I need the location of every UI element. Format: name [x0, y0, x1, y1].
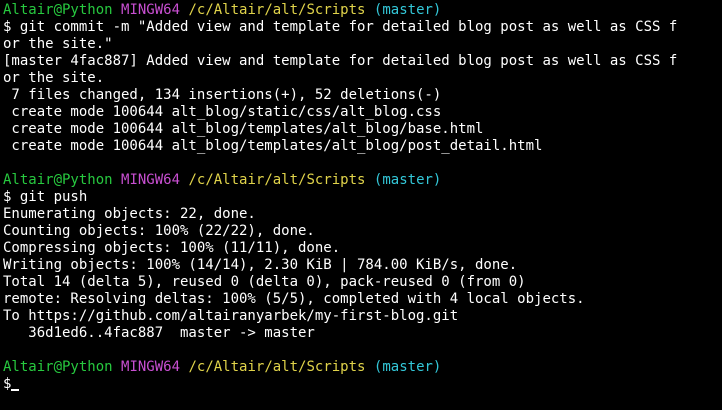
prompt-path: /c/Altair/alt/Scripts: [188, 172, 366, 188]
command-line: $ git push: [3, 189, 88, 205]
prompt-user: Altair@Python: [3, 172, 113, 188]
output-line: or the site.: [3, 70, 105, 86]
output-line: create mode 100644 alt_blog/static/css/a…: [3, 104, 442, 120]
output-line: remote: Resolving deltas: 100% (5/5), co…: [3, 291, 585, 307]
output-line: 7 files changed, 134 insertions(+), 52 d…: [3, 87, 442, 103]
output-line: To https://github.com/altairanyarbek/my-…: [3, 308, 459, 324]
command-line: $ git commit -m "Added view and template…: [3, 19, 678, 35]
output-line: [master 4fac887] Added view and template…: [3, 53, 678, 69]
output-line: create mode 100644 alt_blog/templates/al…: [3, 138, 543, 154]
prompt-user: Altair@Python: [3, 359, 113, 375]
prompt-symbol: $: [3, 376, 12, 392]
terminal-window[interactable]: Altair@Python MINGW64 /c/Altair/alt/Scri…: [0, 0, 722, 410]
prompt-path: /c/Altair/alt/Scripts: [188, 2, 366, 18]
output-line: create mode 100644 alt_blog/templates/al…: [3, 121, 484, 137]
prompt-user: Altair@Python: [3, 2, 113, 18]
output-line: Counting objects: 100% (22/22), done.: [3, 223, 315, 239]
prompt-path: /c/Altair/alt/Scripts: [188, 359, 366, 375]
output-line: Writing objects: 100% (14/14), 2.30 KiB …: [3, 257, 518, 273]
prompt-host: MINGW64: [121, 172, 181, 188]
prompt-branch: (master): [373, 359, 442, 375]
prompt-line: Altair@Python MINGW64 /c/Altair/alt/Scri…: [3, 2, 722, 19]
output-line: Enumerating objects: 22, done.: [3, 206, 256, 222]
prompt-line: Altair@Python MINGW64 /c/Altair/alt/Scri…: [3, 359, 722, 376]
prompt-branch: (master): [373, 172, 442, 188]
prompt-line: Altair@Python MINGW64 /c/Altair/alt/Scri…: [3, 172, 722, 189]
command-line-wrap: or the site.": [3, 36, 113, 52]
prompt-host: MINGW64: [121, 2, 181, 18]
input-line[interactable]: $: [3, 376, 722, 393]
prompt-host: MINGW64: [121, 359, 181, 375]
output-line: Compressing objects: 100% (11/11), done.: [3, 240, 341, 256]
output-line: Total 14 (delta 5), reused 0 (delta 0), …: [3, 274, 526, 290]
output-line: 36d1ed6..4fac887 master -> master: [3, 325, 315, 341]
text-cursor: [11, 389, 20, 391]
prompt-branch: (master): [373, 2, 442, 18]
